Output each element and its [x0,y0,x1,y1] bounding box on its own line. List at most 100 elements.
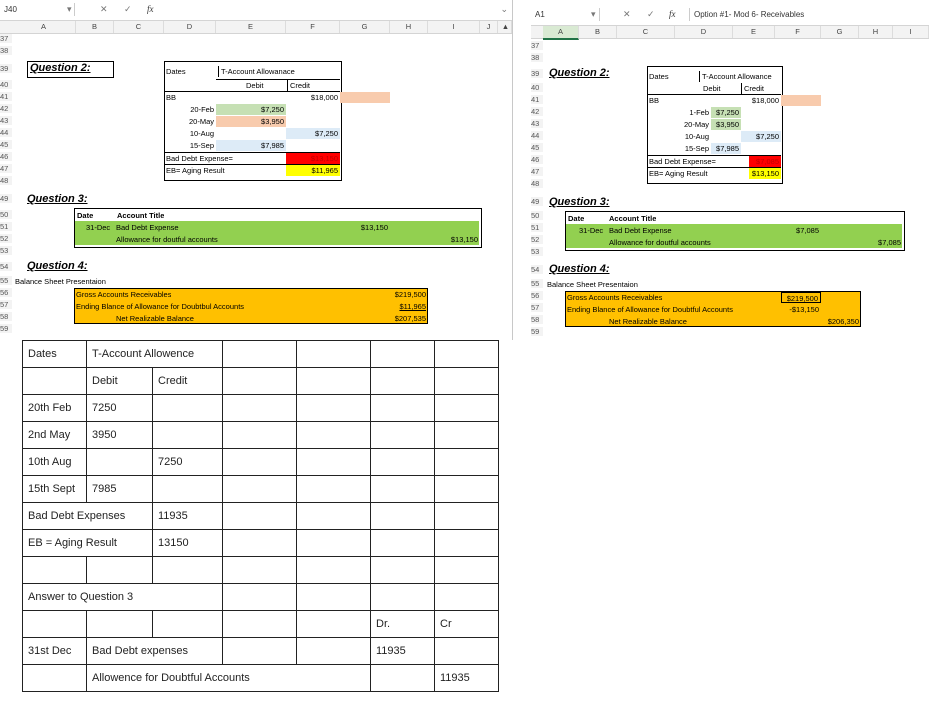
cancel-icon[interactable]: ✕ [100,3,108,16]
ending-allowance-label[interactable]: Ending Blance of Allowance for Doubtbul … [76,301,244,312]
t-account-label[interactable]: T-Account Allowance [699,71,772,82]
row-header[interactable]: 52 [0,234,12,243]
entry-date[interactable]: 10-Aug [661,131,711,142]
question-3-title[interactable]: Question 3: [549,196,610,209]
row-header[interactable]: 38 [0,46,12,55]
entry-date[interactable]: 15-Sep [661,143,711,154]
row-header[interactable]: 46 [531,155,543,164]
row-header[interactable]: 59 [0,324,12,333]
row-header[interactable]: 45 [531,143,543,152]
entry-debit[interactable]: $7,250 [216,104,286,115]
entry-date[interactable]: 20-May [164,116,216,127]
bad-debt-label[interactable]: Bad Debt Expense= [166,153,233,164]
row-header[interactable]: 51 [531,223,543,232]
fx-icon[interactable]: fx [147,3,154,16]
row-header[interactable]: 57 [531,303,543,312]
column-header[interactable]: F [286,21,340,33]
entry-debit[interactable]: $3,950 [711,119,741,130]
entry-date[interactable]: 20-Feb [164,104,216,115]
entry-credit[interactable]: $7,250 [741,131,781,142]
row-header[interactable]: 43 [531,119,543,128]
journal-line-1[interactable]: Bad Debt Expense [609,225,672,236]
column-header[interactable]: C [617,26,675,38]
column-header[interactable]: H [859,26,893,38]
enter-icon[interactable]: ✓ [124,3,132,16]
dates-label[interactable]: Dates [649,71,669,82]
column-header[interactable]: D [675,26,733,38]
formula-input[interactable]: Option #1- Mod 6- Receivables [689,8,929,21]
question-2-title[interactable]: Question 2: [27,61,114,78]
dates-label[interactable]: Dates [166,66,186,77]
row-header[interactable]: 49 [531,197,543,206]
row-header[interactable]: 56 [531,291,543,300]
bb-label[interactable]: BB [166,92,176,103]
row-header[interactable]: 48 [0,176,12,185]
row-header[interactable]: 49 [0,194,12,203]
balance-sheet-subtitle[interactable]: Balance Sheet Presentaion [547,279,638,290]
column-header[interactable]: A [12,21,76,33]
account-title-header[interactable]: Account Title [117,210,164,221]
entry-debit[interactable]: $7,250 [711,107,741,118]
row-header[interactable]: 56 [0,288,12,297]
bb-label[interactable]: BB [649,95,659,106]
entry-credit[interactable]: $7,250 [286,128,340,139]
column-header[interactable]: E [216,21,286,33]
journal-line-2-value[interactable]: $7,085 [861,237,903,248]
journal-line-1-value[interactable]: $13,150 [340,222,390,233]
gross-ar-label[interactable]: Gross Accounts Receivables [76,289,171,300]
row-header[interactable]: 37 [531,41,543,50]
entry-date[interactable]: 1-Feb [661,107,711,118]
row-header[interactable]: 42 [0,104,12,113]
row-header[interactable]: 41 [531,95,543,104]
bad-debt-label[interactable]: Bad Debt Expense= [649,156,716,167]
row-header[interactable]: 53 [0,246,12,255]
row-header[interactable]: 53 [531,247,543,256]
row-header[interactable]: 54 [531,265,543,274]
credit-label[interactable]: Credit [287,80,310,91]
scroll-up-icon[interactable]: ▲ [500,21,512,33]
row-header[interactable]: 58 [0,312,12,321]
t-account-label[interactable]: T-Account Allowanace [218,66,295,77]
journal-line-1[interactable]: Bad Debt Expense [116,222,179,233]
row-header[interactable]: 40 [0,80,12,89]
question-4-title[interactable]: Question 4: [549,263,610,276]
net-realizable-value[interactable]: $207,535 [378,313,428,324]
gross-ar-value[interactable]: $219,500 [781,292,821,303]
question-3-title[interactable]: Question 3: [27,193,88,206]
bad-debt-value[interactable]: $7,085 [749,156,781,167]
entry-date[interactable]: 15-Sep [164,140,216,151]
account-title-header[interactable]: Account Title [609,213,656,224]
question-4-title[interactable]: Question 4: [27,260,88,273]
date-header[interactable]: Date [568,213,584,224]
journal-line-2[interactable]: Allowance for doutful accounts [116,234,218,245]
gross-ar-label[interactable]: Gross Accounts Receivables [567,292,662,303]
row-header[interactable]: 55 [531,279,543,288]
entry-debit[interactable]: $3,950 [216,116,286,127]
enter-icon[interactable]: ✓ [647,8,655,21]
date-header[interactable]: Date [77,210,93,221]
bb-value[interactable]: $18,000 [741,95,781,106]
question-2-title[interactable]: Question 2: [549,67,610,80]
column-header[interactable]: C [114,21,164,33]
entry-date[interactable]: 20-May [661,119,711,130]
row-header[interactable]: 50 [0,210,12,219]
column-header[interactable]: I [428,21,480,33]
row-header[interactable]: 39 [0,64,12,73]
name-box[interactable]: A1 [533,8,600,21]
row-header[interactable]: 38 [531,53,543,62]
column-header[interactable]: G [340,21,390,33]
credit-label[interactable]: Credit [741,83,764,94]
net-realizable-value[interactable]: $206,350 [821,316,861,327]
net-realizable-label[interactable]: Net Realizable Balance [116,313,194,324]
journal-line-2-value[interactable]: $13,150 [428,234,480,245]
eb-label[interactable]: EB= Aging Result [166,165,225,176]
row-header[interactable]: 46 [0,152,12,161]
debit-label[interactable]: Debit [246,80,264,91]
dropdown-icon[interactable]: ▾ [591,8,596,21]
row-header[interactable]: 37 [0,34,12,43]
journal-line-1-value[interactable]: $7,085 [781,225,821,236]
debit-label[interactable]: Debit [703,83,721,94]
cancel-icon[interactable]: ✕ [623,8,631,21]
row-header[interactable]: 57 [0,300,12,309]
row-header[interactable]: 47 [531,167,543,176]
